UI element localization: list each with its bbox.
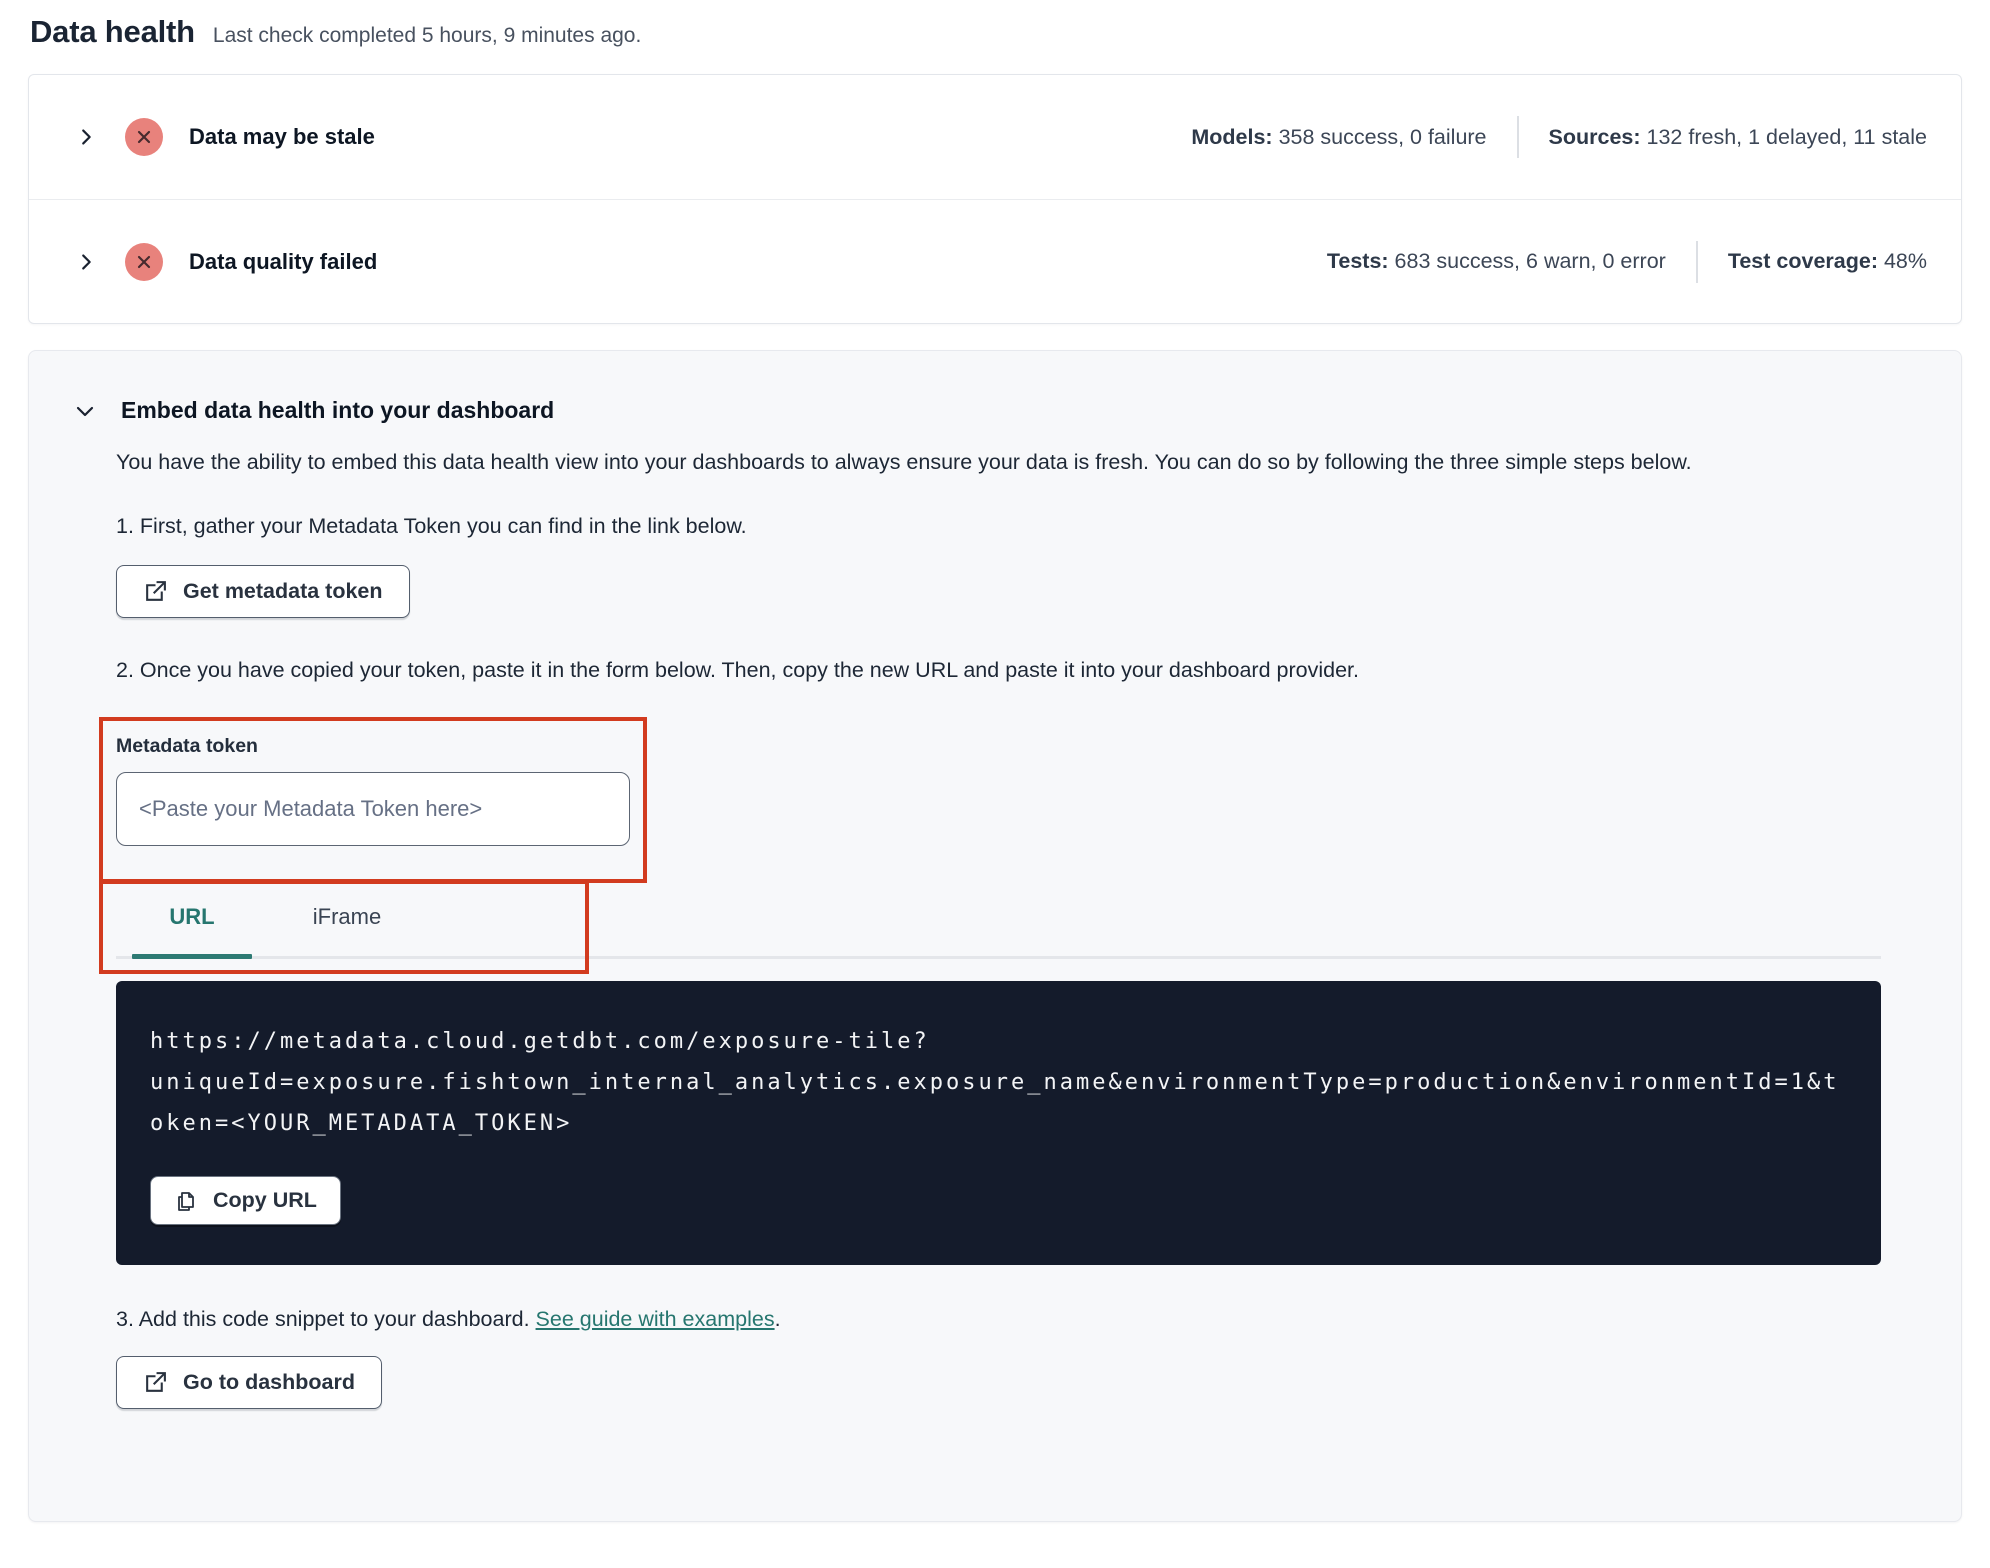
test-coverage-stat-label: Test coverage: — [1727, 249, 1878, 273]
stat-divider — [1516, 116, 1519, 158]
step-3-prefix: 3. Add this code snippet to your dashboa… — [116, 1307, 536, 1331]
tests-stat-label: Tests: — [1326, 249, 1389, 273]
embed-output-tabs: URL iFrame — [99, 880, 1881, 974]
error-circle-x-icon — [125, 242, 163, 281]
status-row-title: Data may be stale — [189, 124, 375, 149]
step-3-suffix: . — [774, 1307, 781, 1331]
page-title: Data health — [30, 14, 195, 49]
go-to-dashboard-button[interactable]: Go to dashboard — [116, 1356, 382, 1409]
tab-iframe[interactable]: iFrame — [256, 892, 438, 956]
embed-section-header[interactable]: Embed data health into your dashboard — [73, 397, 1881, 424]
page-header: Data health Last check completed 5 hours… — [28, 14, 1962, 50]
sources-stat-label: Sources: — [1548, 124, 1641, 149]
tab-track-divider — [116, 956, 1881, 959]
tab-iframe-label: iFrame — [312, 904, 382, 929]
status-row-stats: Tests: 683 success, 6 warn, 0 error Test… — [1327, 240, 1927, 283]
embed-description: You have the ability to embed this data … — [116, 450, 1692, 474]
test-coverage-stat: Test coverage: 48% — [1728, 249, 1927, 274]
tests-stat: Tests: 683 success, 6 warn, 0 error — [1327, 249, 1666, 274]
get-metadata-token-label: Get metadata token — [183, 579, 383, 603]
metadata-token-input[interactable] — [116, 772, 630, 846]
models-stat-label: Models: — [1191, 124, 1273, 149]
embed-section-title: Embed data health into your dashboard — [121, 397, 555, 423]
embed-section-card: Embed data health into your dashboard Yo… — [28, 350, 1962, 1522]
last-check-status: Last check completed 5 hours, 9 minutes … — [212, 24, 642, 47]
status-row-title: Data quality failed — [189, 248, 378, 274]
tabs-row: URL iFrame — [116, 892, 1881, 959]
sources-stat-value: 132 fresh, 1 delayed, 11 stale — [1640, 124, 1928, 149]
metadata-token-label: Metadata token — [116, 735, 258, 757]
copy-icon — [178, 1191, 194, 1211]
status-card: Data may be stale Models: 358 success, 0… — [28, 74, 1962, 324]
step-3-text: 3. Add this code snippet to your dashboa… — [116, 1307, 1881, 1332]
test-coverage-stat-value: 48% — [1877, 249, 1927, 273]
embed-url-code-block: https://metadata.cloud.getdbt.com/exposu… — [116, 981, 1881, 1265]
embed-url-text: https://metadata.cloud.getdbt.com/exposu… — [150, 1029, 1840, 1136]
copy-url-button[interactable]: Copy URL — [150, 1176, 341, 1225]
step-2-text: 2. Once you have copied your token, past… — [116, 658, 1359, 682]
tab-url[interactable]: URL — [128, 892, 256, 959]
status-row-stats: Models: 358 success, 0 failure Sources: … — [1191, 116, 1927, 158]
stat-divider — [1695, 240, 1698, 283]
models-stat-value: 358 success, 0 failure — [1272, 124, 1487, 149]
get-metadata-token-button[interactable]: Get metadata token — [116, 565, 410, 618]
data-health-page: Data health Last check completed 5 hours… — [0, 0, 1990, 1522]
metadata-token-field-group: Metadata token — [99, 717, 647, 883]
status-row-data-stale[interactable]: Data may be stale Models: 358 success, 0… — [29, 75, 1961, 199]
sources-stat: Sources: 132 fresh, 1 delayed, 11 stale — [1549, 125, 1927, 150]
embed-section-body: You have the ability to embed this data … — [99, 442, 1881, 1409]
status-row-data-quality[interactable]: Data quality failed Tests: 683 success, … — [29, 199, 1961, 323]
chevron-right-icon — [82, 129, 91, 145]
copy-url-label: Copy URL — [213, 1188, 317, 1212]
external-link-icon — [146, 581, 166, 601]
chevron-right-icon — [82, 253, 91, 270]
step-1-text: 1. First, gather your Metadata Token you… — [116, 514, 747, 538]
go-to-dashboard-label: Go to dashboard — [183, 1370, 355, 1394]
external-link-icon — [146, 1372, 166, 1392]
tests-stat-value: 683 success, 6 warn, 0 error — [1388, 249, 1666, 273]
chevron-down-icon — [76, 406, 94, 416]
models-stat: Models: 358 success, 0 failure — [1191, 125, 1486, 150]
tab-url-label: URL — [169, 904, 215, 929]
see-guide-link[interactable]: See guide with examples — [536, 1307, 775, 1331]
error-circle-x-icon — [125, 118, 163, 156]
